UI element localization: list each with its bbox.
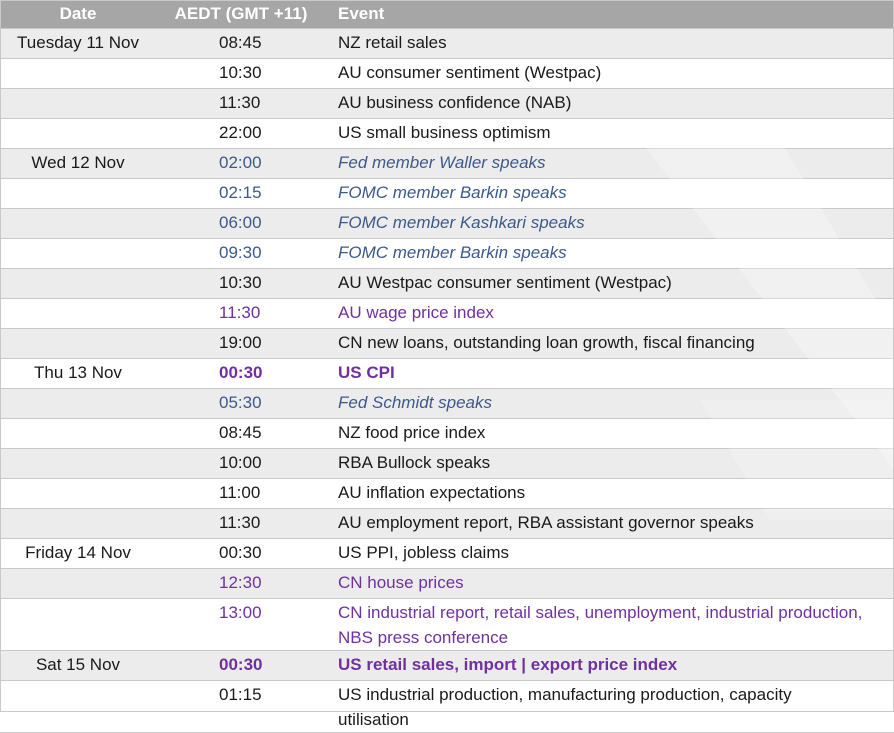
time-cell: 00:30 xyxy=(156,358,326,389)
time-cell: 08:45 xyxy=(156,28,326,59)
date-cell xyxy=(0,208,156,239)
event-cell: Fed member Waller speaks xyxy=(326,148,894,179)
time-cell: 11:30 xyxy=(156,508,326,539)
date-cell xyxy=(0,58,156,89)
event-cell: US PPI, jobless claims xyxy=(326,538,894,569)
event-cell: CN house prices xyxy=(326,568,894,599)
time-cell: 12:30 xyxy=(156,568,326,599)
date-cell xyxy=(0,118,156,149)
table-row: 13:00 CN industrial report, retail sales,… xyxy=(0,598,894,651)
date-cell: Tuesday 11 Nov xyxy=(0,28,156,59)
event-cell: US retail sales, import | export price i… xyxy=(326,650,894,681)
time-cell: 06:00 xyxy=(156,208,326,239)
time-cell: 11:30 xyxy=(156,298,326,329)
date-cell: Friday 14 Nov xyxy=(0,538,156,569)
time-cell: 10:00 xyxy=(156,448,326,479)
time-cell: 02:00 xyxy=(156,148,326,179)
event-cell: AU business confidence (NAB) xyxy=(326,88,894,119)
table-row: 11:30 AU wage price index xyxy=(0,298,894,329)
time-cell: 13:00 xyxy=(156,598,326,651)
date-cell xyxy=(0,328,156,359)
table-row: 02:15 FOMC member Barkin speaks xyxy=(0,178,894,209)
event-cell: AU wage price index xyxy=(326,298,894,329)
header-row: Date AEDT (GMT +11) Event xyxy=(0,0,894,29)
time-cell: 01:15 xyxy=(156,680,326,733)
table-row: Wed 12 Nov 02:00 Fed member Waller speaks xyxy=(0,148,894,179)
table-row: 05:30 Fed Schmidt speaks xyxy=(0,388,894,419)
date-cell xyxy=(0,88,156,119)
table-row: 01:15 US industrial production, manufactu… xyxy=(0,680,894,733)
date-cell xyxy=(0,448,156,479)
table-row: 22:00 US small business optimism xyxy=(0,118,894,149)
date-cell xyxy=(0,388,156,419)
table-row: 10:30 AU Westpac consumer sentiment (West… xyxy=(0,268,894,299)
event-cell: RBA Bullock speaks xyxy=(326,448,894,479)
event-cell: FOMC member Kashkari speaks xyxy=(326,208,894,239)
event-cell: CN industrial report, retail sales, unem… xyxy=(326,598,894,651)
event-cell: AU consumer sentiment (Westpac) xyxy=(326,58,894,89)
time-cell: 08:45 xyxy=(156,418,326,449)
table-row: Friday 14 Nov 00:30 US PPI, jobless claims xyxy=(0,538,894,569)
column-header-date: Date xyxy=(0,0,156,29)
time-cell: 19:00 xyxy=(156,328,326,359)
event-cell: CN new loans, outstanding loan growth, f… xyxy=(326,328,894,359)
column-header-time: AEDT (GMT +11) xyxy=(156,0,326,29)
time-cell: 00:30 xyxy=(156,650,326,681)
event-cell: Fed Schmidt speaks xyxy=(326,388,894,419)
date-cell xyxy=(0,178,156,209)
event-cell: US CPI xyxy=(326,358,894,389)
event-cell: AU employment report, RBA assistant gove… xyxy=(326,508,894,539)
date-cell xyxy=(0,418,156,449)
event-cell: AU Westpac consumer sentiment (Westpac) xyxy=(326,268,894,299)
table-row: 19:00 CN new loans, outstanding loan grow… xyxy=(0,328,894,359)
date-cell: Thu 13 Nov xyxy=(0,358,156,389)
date-cell xyxy=(0,568,156,599)
event-cell: NZ food price index xyxy=(326,418,894,449)
table-row: 11:00 AU inflation expectations xyxy=(0,478,894,509)
table-row: 11:30 AU business confidence (NAB) xyxy=(0,88,894,119)
date-cell xyxy=(0,298,156,329)
time-cell: 11:00 xyxy=(156,478,326,509)
event-cell: FOMC member Barkin speaks xyxy=(326,178,894,209)
event-cell: FOMC member Barkin speaks xyxy=(326,238,894,269)
table-row: 12:30 CN house prices xyxy=(0,568,894,599)
time-cell: 00:30 xyxy=(156,538,326,569)
table-row: 09:30 FOMC member Barkin speaks xyxy=(0,238,894,269)
date-cell xyxy=(0,598,156,651)
column-header-event: Event xyxy=(326,0,894,29)
date-cell xyxy=(0,478,156,509)
time-cell: 09:30 xyxy=(156,238,326,269)
time-cell: 10:30 xyxy=(156,58,326,89)
date-cell xyxy=(0,238,156,269)
table-row: 10:00 RBA Bullock speaks xyxy=(0,448,894,479)
table-row: 10:30 AU consumer sentiment (Westpac) xyxy=(0,58,894,89)
table-row: 06:00 FOMC member Kashkari speaks xyxy=(0,208,894,239)
table-row: 11:30 AU employment report, RBA assistant… xyxy=(0,508,894,539)
date-cell: Sat 15 Nov xyxy=(0,650,156,681)
event-cell: NZ retail sales xyxy=(326,28,894,59)
date-cell: Wed 12 Nov xyxy=(0,148,156,179)
event-cell: US small business optimism xyxy=(326,118,894,149)
time-cell: 05:30 xyxy=(156,388,326,419)
table-row: Sat 15 Nov 00:30 US retail sales, import |… xyxy=(0,650,894,681)
table-row: Thu 13 Nov 00:30 US CPI xyxy=(0,358,894,389)
date-cell xyxy=(0,680,156,733)
time-cell: 02:15 xyxy=(156,178,326,209)
time-cell: 22:00 xyxy=(156,118,326,149)
table-row: 08:45 NZ food price index xyxy=(0,418,894,449)
economic-calendar-table: Date AEDT (GMT +11) Event Tuesday 11 Nov… xyxy=(0,0,894,733)
event-cell: US industrial production, manufacturing … xyxy=(326,680,894,733)
event-cell: AU inflation expectations xyxy=(326,478,894,509)
time-cell: 10:30 xyxy=(156,268,326,299)
date-cell xyxy=(0,508,156,539)
date-cell xyxy=(0,268,156,299)
table-row: Tuesday 11 Nov 08:45 NZ retail sales xyxy=(0,28,894,59)
time-cell: 11:30 xyxy=(156,88,326,119)
